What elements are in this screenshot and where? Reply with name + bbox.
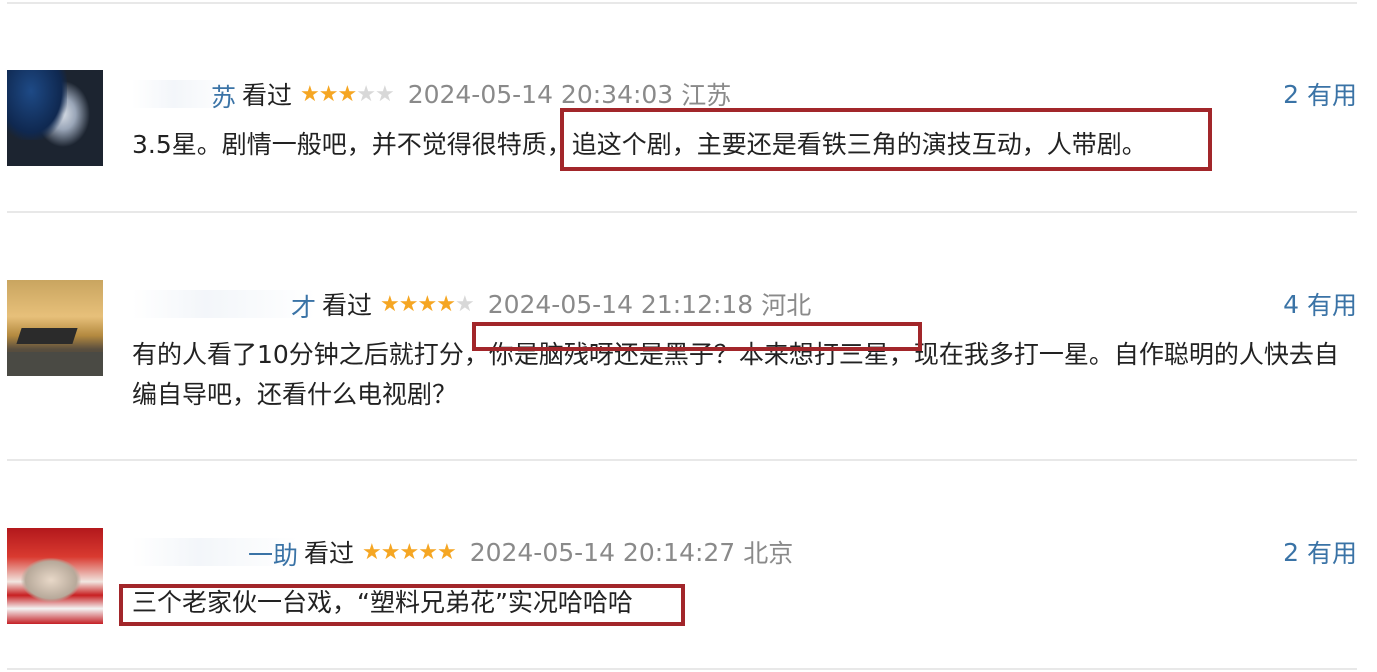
star-filled-icon: ★ [300,81,320,107]
useful-count: 4 [1283,289,1299,319]
useful-button[interactable]: 有用 [1307,286,1357,322]
comment-meta: 一助 看过 ★★★★★ 2024-05-14 20:14:27 北京 [132,536,794,570]
star-empty-icon: ★ [454,291,475,317]
username-link[interactable]: 苏 [132,80,236,112]
useful-button[interactable]: 有用 [1307,534,1357,570]
username-link[interactable]: 一助 [132,538,298,570]
watched-label: 看过 [322,291,373,320]
divider [7,459,1357,461]
star-filled-icon: ★ [418,539,438,565]
divider [7,668,1357,670]
username-visible-part[interactable]: 苏 [211,78,236,114]
watched-label: 看过 [242,81,293,110]
rating-stars: ★★★★★ [300,81,395,107]
divider [7,211,1357,213]
star-filled-icon: ★ [380,291,400,317]
comment-meta: 才 看过 ★★★★★ 2024-05-14 21:12:18 河北 [132,288,812,322]
star-filled-icon: ★ [399,539,419,565]
useful-vote[interactable]: 4 有用 [1283,286,1357,322]
comment-location: 北京 [743,539,794,568]
comment-meta: 苏 看过 ★★★★★ 2024-05-14 20:34:03 江苏 [132,78,732,112]
comment-location: 河北 [761,291,812,320]
username-link[interactable]: 才 [132,290,316,322]
username-visible-part[interactable]: 一助 [248,536,298,572]
comment-location: 江苏 [681,81,732,110]
star-filled-icon: ★ [417,291,437,317]
comment-time: 2024-05-14 21:12:18 [487,289,754,319]
watched-label: 看过 [304,539,355,568]
useful-vote[interactable]: 2 有用 [1283,534,1357,570]
rating-stars: ★★★★★ [380,291,475,317]
highlight-box [472,322,922,351]
comment-time: 2024-05-14 20:14:27 [469,537,736,567]
star-filled-icon: ★ [380,539,401,565]
star-filled-icon: ★ [318,81,339,107]
star-filled-icon: ★ [436,539,457,565]
star-filled-icon: ★ [398,291,419,317]
highlight-box [560,108,1212,171]
rating-stars: ★★★★★ [362,539,457,565]
star-filled-icon: ★ [362,539,382,565]
username-visible-part[interactable]: 才 [291,288,316,324]
highlight-box [119,584,685,626]
star-empty-icon: ★ [374,81,395,107]
useful-count: 2 [1283,79,1299,109]
comment-time: 2024-05-14 20:34:03 [407,79,674,109]
avatar[interactable] [7,280,103,376]
star-filled-icon: ★ [337,81,357,107]
divider [7,2,1357,4]
avatar[interactable] [7,528,103,624]
useful-count: 2 [1283,537,1299,567]
star-empty-icon: ★ [356,81,376,107]
avatar[interactable] [7,70,103,166]
useful-button[interactable]: 有用 [1307,76,1357,112]
useful-vote[interactable]: 2 有用 [1283,76,1357,112]
star-filled-icon: ★ [436,291,456,317]
